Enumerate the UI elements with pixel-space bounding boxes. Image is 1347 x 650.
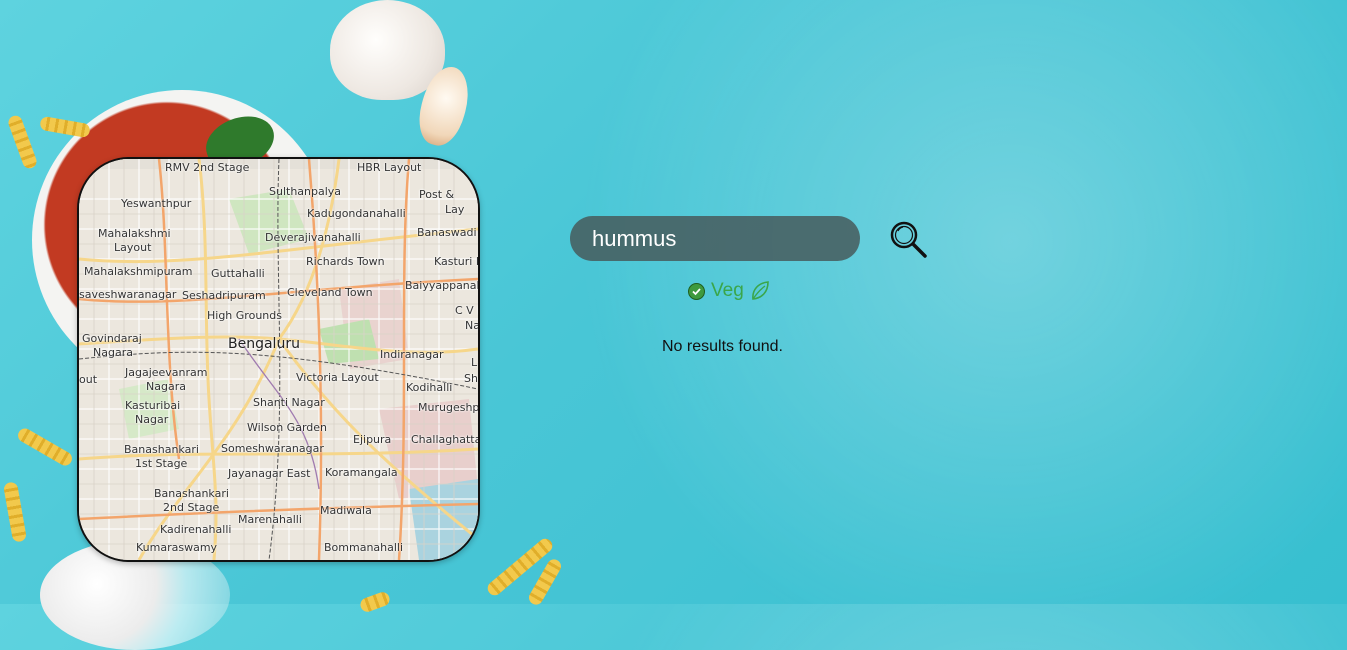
- map-label: Someshwaranagar: [221, 442, 324, 455]
- map-label: Wilson Garden: [247, 421, 327, 434]
- veg-filter-toggle[interactable]: Veg: [688, 280, 770, 302]
- map-city-label: Bengaluru: [228, 336, 300, 352]
- pasta-image: [2, 481, 28, 543]
- map-label: Richards Town: [306, 255, 385, 268]
- map-label: Layout: [114, 241, 152, 254]
- map-label: RMV 2nd Stage: [165, 161, 250, 174]
- map-label: out: [79, 373, 98, 386]
- map-label: Nagara: [146, 380, 186, 393]
- map-label: Bommanahalli: [324, 541, 404, 554]
- map-label: 2nd Stage: [163, 501, 220, 514]
- map-label: Sh: [464, 372, 478, 385]
- map-label: Koramangala: [325, 466, 398, 479]
- map-label: Nagar: [135, 413, 169, 426]
- map-label: Lay: [445, 203, 465, 216]
- veg-label: Veg: [711, 280, 744, 301]
- magnifier-icon: [890, 221, 927, 258]
- map-label: Murugeshp: [418, 401, 480, 414]
- map-label: L: [471, 356, 478, 369]
- map-label: Indiranagar: [380, 348, 444, 361]
- map-label: C V R: [455, 304, 478, 317]
- map-label: Yeswanthpur: [121, 197, 192, 210]
- map-label: Seshadripuram: [182, 289, 266, 302]
- map-label: Kasturibai: [125, 399, 181, 412]
- map-label: Guttahalli: [211, 267, 265, 280]
- city-map[interactable]: RMV 2nd Stage HBR Layout Sulthanpalya Po…: [77, 157, 480, 562]
- map-label: Mahalakshmi: [98, 227, 171, 240]
- pasta-image: [39, 115, 91, 139]
- map-label: Marenahalli: [238, 513, 302, 526]
- map-label: Madiwala: [320, 504, 372, 517]
- check-circle-icon: [688, 282, 705, 300]
- pasta-image: [15, 425, 75, 469]
- map-label: Banashankari: [124, 443, 199, 456]
- map-label: Shanti Nagar: [253, 396, 325, 409]
- map-label: Ejipura: [353, 433, 392, 446]
- map-label: Kadirenahalli: [160, 523, 232, 536]
- map-label: 1st Stage: [135, 457, 188, 470]
- map-label: Mahalakshmipuram: [84, 265, 193, 278]
- map-label: Nagara: [93, 346, 133, 359]
- map-label: Kasturi N: [434, 255, 480, 268]
- map-label: Kodihalli: [406, 381, 453, 394]
- search-button[interactable]: [888, 219, 928, 259]
- map-label: High Grounds: [207, 309, 282, 322]
- pasta-image: [6, 113, 39, 171]
- map-label: Sulthanpalya: [269, 185, 342, 198]
- map-label: Banashankari: [154, 487, 229, 500]
- map-label: Cleveland Town: [287, 286, 373, 299]
- pasta-image: [358, 590, 392, 614]
- map-label: Challaghatta: [411, 433, 480, 446]
- map-label: Na: [465, 319, 480, 332]
- map-label: Post &: [419, 188, 455, 201]
- map-label: Jagajeevanram: [125, 366, 208, 379]
- map-label: Victoria Layout: [296, 371, 379, 384]
- map-label: Govindaraj: [82, 332, 142, 345]
- no-results-message: No results found.: [662, 338, 783, 355]
- map-label: Kadugondanahalli: [307, 207, 406, 220]
- map-label: Deverajivanahalli: [265, 231, 361, 244]
- map-label: Kumaraswamy: [136, 541, 218, 554]
- search-input[interactable]: [570, 216, 860, 261]
- map-label: Banaswadi: [417, 226, 477, 239]
- leaf-icon: [751, 281, 769, 300]
- map-label: saveshwaranagar: [79, 288, 177, 301]
- map-label: Baiyyappanah: [405, 279, 480, 292]
- map-label: Jayanagar East: [228, 467, 311, 480]
- map-label: HBR Layout: [357, 161, 422, 174]
